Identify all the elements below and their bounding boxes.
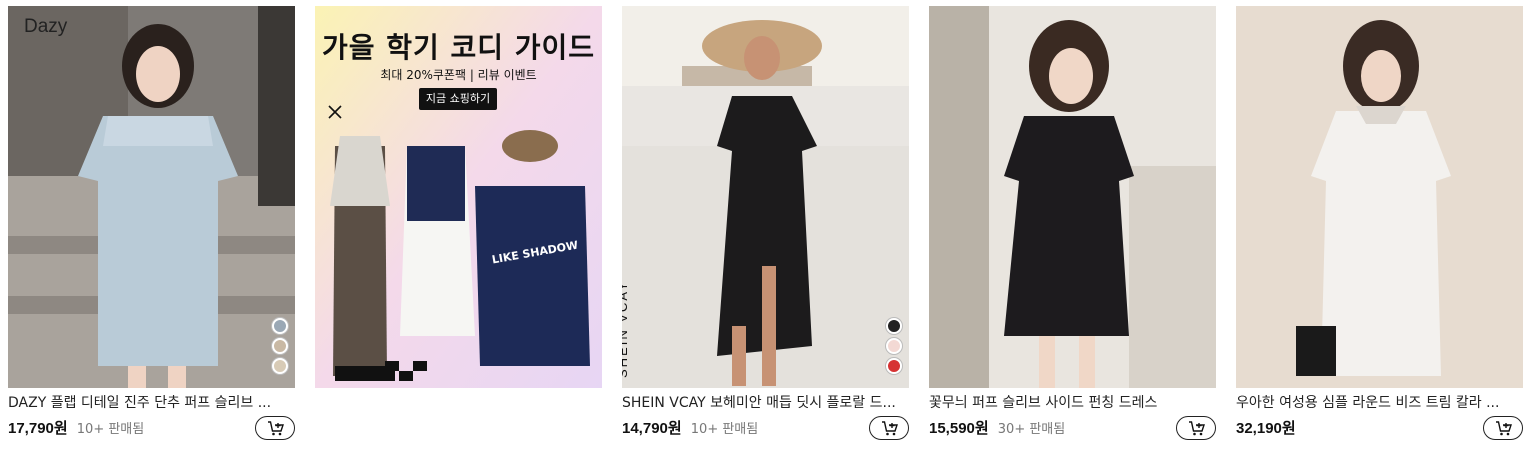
brand-label: Dazy — [24, 16, 68, 37]
add-to-cart-button[interactable] — [1483, 416, 1523, 440]
color-swatch[interactable] — [886, 318, 902, 334]
product-image[interactable] — [929, 6, 1216, 388]
product-title[interactable]: 꽃무늬 퍼프 슬리브 사이드 펀칭 드레스 — [929, 392, 1216, 414]
product-image[interactable]: Dazy — [8, 6, 295, 388]
product-card[interactable]: SHEIN VCAY SHEIN VCAY 보헤미안 매듭 딧시 플로랄 드..… — [622, 6, 909, 446]
product-grid: Dazy DAZY 플랩 디테일 진주 단추 퍼프 슬리브 ... 17,790… — [0, 0, 1534, 452]
add-to-cart-button[interactable] — [1176, 416, 1216, 440]
add-to-cart-button[interactable] — [255, 416, 295, 440]
product-card[interactable]: 우아한 여성용 심플 라운드 비즈 트림 칼라 ... 32,190원 — [1236, 6, 1523, 446]
sold-count: 30+ 판매됨 — [997, 422, 1066, 437]
sold-count: 10+ 판매됨 — [76, 422, 145, 437]
product-card[interactable]: 꽃무늬 퍼프 슬리브 사이드 펀칭 드레스 15,590원 30+ 판매됨 — [929, 6, 1216, 446]
product-price: 15,590원 — [929, 420, 989, 437]
color-swatch[interactable] — [272, 338, 288, 354]
sold-count: 10+ 판매됨 — [690, 422, 759, 437]
color-swatch[interactable] — [886, 358, 902, 374]
product-title[interactable]: DAZY 플랩 디테일 진주 단추 퍼프 슬리브 ... — [8, 392, 295, 414]
price-row: 17,790원 10+ 판매됨 — [8, 416, 295, 442]
product-price: 17,790원 — [8, 420, 68, 437]
shop-now-button[interactable]: 지금 쇼핑하기 — [419, 88, 497, 110]
product-photo — [929, 6, 1216, 388]
color-swatch[interactable] — [272, 358, 288, 374]
color-swatches — [272, 318, 288, 374]
close-icon[interactable] — [327, 104, 343, 120]
product-photo — [622, 6, 909, 388]
price-row: 14,790원 10+ 판매됨 — [622, 416, 909, 442]
product-photo — [8, 6, 295, 388]
product-image[interactable] — [1236, 6, 1523, 388]
cart-add-icon — [882, 421, 898, 436]
promo-banner[interactable]: 가을 학기 코디 가이드 최대 20%쿠폰팩 | 리뷰 이벤트 지금 쇼핑하기 … — [315, 6, 602, 388]
cart-add-icon — [268, 421, 284, 436]
product-title[interactable]: SHEIN VCAY 보헤미안 매듭 딧시 플로랄 드... — [622, 392, 909, 414]
color-swatch[interactable] — [886, 338, 902, 354]
price-row: 32,190원 — [1236, 416, 1523, 442]
cart-add-icon — [1496, 421, 1512, 436]
product-photo — [1236, 6, 1523, 388]
color-swatch[interactable] — [272, 318, 288, 334]
price-row: 15,590원 30+ 판매됨 — [929, 416, 1216, 442]
product-title[interactable]: 우아한 여성용 심플 라운드 비즈 트림 칼라 ... — [1236, 392, 1523, 414]
promo-subtitle: 최대 20%쿠폰팩 | 리뷰 이벤트 — [380, 68, 537, 82]
product-card[interactable]: Dazy DAZY 플랩 디테일 진주 단추 퍼프 슬리브 ... 17,790… — [8, 6, 295, 446]
color-swatches — [886, 318, 902, 374]
cart-add-icon — [1189, 421, 1205, 436]
promo-banner-card[interactable]: 가을 학기 코디 가이드 최대 20%쿠폰팩 | 리뷰 이벤트 지금 쇼핑하기 … — [315, 6, 602, 446]
product-image[interactable]: SHEIN VCAY — [622, 6, 909, 388]
product-price: 32,190원 — [1236, 420, 1296, 437]
brand-watermark: SHEIN VCAY — [622, 280, 630, 378]
promo-title: 가을 학기 코디 가이드 — [321, 31, 596, 64]
product-price: 14,790원 — [622, 420, 682, 437]
add-to-cart-button[interactable] — [869, 416, 909, 440]
